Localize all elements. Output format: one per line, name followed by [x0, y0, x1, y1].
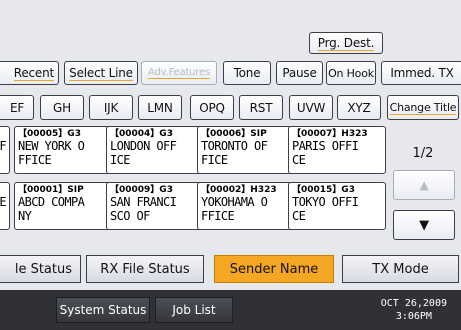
destination-code: 【00007】H323 — [292, 129, 368, 139]
destination-key[interactable]: 【00002】H323 YOKOHAMA O FFICE — [197, 182, 295, 230]
tab-sender-name-label: Sender Name — [229, 261, 319, 277]
destination-key[interactable]: 【00005】G3 NEW YORK O FFICE — [14, 126, 112, 174]
destination-name-line2: FFICE — [201, 209, 235, 223]
destination-code: 【00004】G3 — [110, 129, 173, 139]
tab-opq[interactable]: OPQ — [190, 95, 234, 120]
fax-screen: Prg. Dest. Recent Select Line Adv.Featur… — [0, 0, 461, 330]
destination-code: 【00009】G3 — [110, 185, 173, 195]
destination-partial-1[interactable]: F — [0, 126, 10, 174]
recent-button[interactable]: Recent — [0, 61, 59, 85]
destination-name-line1: SAN FRANCI — [110, 195, 177, 209]
tone-button[interactable]: Tone — [223, 61, 271, 85]
destination-key[interactable]: 【00009】G3 SAN FRANCI SCO OF — [106, 182, 204, 230]
destination-key[interactable]: 【00001】SIP ABCD COMPA NY — [14, 182, 112, 230]
change-title-label: Change Title — [389, 100, 457, 115]
time-text: 3:06PM — [395, 311, 432, 322]
tab-lmn[interactable]: LMN — [138, 95, 182, 120]
recent-label: Recent — [13, 65, 54, 81]
pause-button[interactable]: Pause — [276, 61, 323, 85]
tab-xyz[interactable]: XYZ — [337, 95, 381, 120]
destination-partial-label: F — [0, 139, 7, 153]
destination-partial-label: E — [0, 195, 7, 209]
destination-key[interactable]: 【00006】SIP TORONTO OF FICE — [197, 126, 295, 174]
system-status-label: System Status — [59, 303, 147, 317]
destination-name-line1: TORONTO OF — [201, 139, 268, 153]
prg-dest-button[interactable]: Prg. Dest. — [309, 32, 383, 54]
tone-label: Tone — [233, 66, 261, 80]
change-title-button[interactable]: Change Title — [387, 95, 459, 120]
tab-gh[interactable]: GH — [40, 95, 84, 120]
prg-dest-label: Prg. Dest. — [317, 35, 375, 51]
scroll-up-button[interactable]: ▲ — [393, 170, 455, 200]
page-indicator: 1/2 — [412, 146, 434, 161]
system-status-button[interactable]: System Status — [56, 297, 150, 323]
tab-uvw-label: UVW — [296, 100, 326, 115]
tab-opq-label: OPQ — [199, 100, 225, 115]
immed-tx-label: Immed. TX — [390, 66, 454, 80]
tab-rx-file-status-label: RX File Status — [100, 261, 190, 277]
destination-name-line2: NY — [18, 209, 32, 223]
date-text: OCT 26,2009 — [380, 298, 447, 309]
tab-rst[interactable]: RST — [239, 95, 283, 120]
tab-rx-file-status[interactable]: RX File Status — [86, 255, 204, 283]
scroll-down-button[interactable]: ▼ — [393, 210, 455, 240]
job-list-button[interactable]: Job List — [155, 297, 233, 323]
destination-code: 【00015】G3 — [292, 185, 355, 195]
destination-name-line2: SCO OF — [110, 209, 150, 223]
tab-ijk[interactable]: IJK — [89, 95, 133, 120]
destination-name-line2: CE — [292, 153, 306, 167]
tab-gh-label: GH — [53, 100, 71, 115]
tab-tx-file-status[interactable]: le Status — [0, 255, 81, 283]
tab-ef[interactable]: EF — [0, 95, 34, 120]
tab-ef-label: EF — [9, 100, 25, 115]
destination-key[interactable]: 【00015】G3 TOKYO OFFI CE — [288, 182, 386, 230]
tab-tx-mode[interactable]: TX Mode — [342, 255, 459, 283]
tab-rst-label: RST — [249, 100, 273, 115]
pause-label: Pause — [282, 66, 317, 80]
tab-tx-file-status-label: le Status — [14, 261, 72, 277]
tab-sender-name[interactable]: Sender Name — [214, 255, 334, 283]
on-hook-button[interactable]: On Hook — [326, 61, 376, 85]
immed-tx-button[interactable]: Immed. TX — [381, 61, 461, 85]
destination-name-line1: NEW YORK O — [18, 139, 85, 153]
destination-name-line2: ICE — [110, 153, 130, 167]
destination-key[interactable]: 【00007】H323 PARIS OFFI CE — [288, 126, 386, 174]
destination-name-line2: FFICE — [18, 153, 52, 167]
destination-code: 【00005】G3 — [18, 129, 81, 139]
destination-code: 【00002】H323 — [201, 185, 277, 195]
date-time-display: OCT 26,2009 3:06PM — [381, 297, 447, 323]
on-hook-label: On Hook — [328, 66, 374, 80]
top-area — [0, 0, 461, 58]
destination-key[interactable]: 【00004】G3 LONDON OFF ICE — [106, 126, 204, 174]
select-line-button[interactable]: Select Line — [64, 61, 138, 85]
tab-lmn-label: LMN — [147, 100, 173, 115]
adv-features-label: Adv.Features — [148, 67, 210, 79]
down-arrow-icon: ▼ — [419, 217, 429, 233]
destination-name-line1: TOKYO OFFI — [292, 195, 359, 209]
job-list-label: Job List — [172, 303, 216, 317]
destination-name-line1: YOKOHAMA O — [201, 195, 268, 209]
destination-code: 【00001】SIP — [18, 185, 84, 195]
destination-name-line2: CE — [292, 209, 306, 223]
tab-xyz-label: XYZ — [347, 100, 371, 115]
tab-uvw[interactable]: UVW — [289, 95, 333, 120]
tab-ijk-label: IJK — [103, 100, 119, 115]
tab-tx-mode-label: TX Mode — [372, 261, 429, 277]
destination-name-line1: PARIS OFFI — [292, 139, 359, 153]
destination-name-line1: LONDON OFF — [110, 139, 177, 153]
adv-features-button[interactable]: Adv.Features — [141, 61, 217, 85]
destination-name-line1: ABCD COMPA — [18, 195, 85, 209]
destination-partial-2[interactable]: E — [0, 182, 10, 230]
destination-code: 【00006】SIP — [201, 129, 267, 139]
up-arrow-icon: ▲ — [419, 178, 429, 192]
destination-name-line2: FICE — [201, 153, 228, 167]
select-line-label: Select Line — [69, 65, 133, 81]
